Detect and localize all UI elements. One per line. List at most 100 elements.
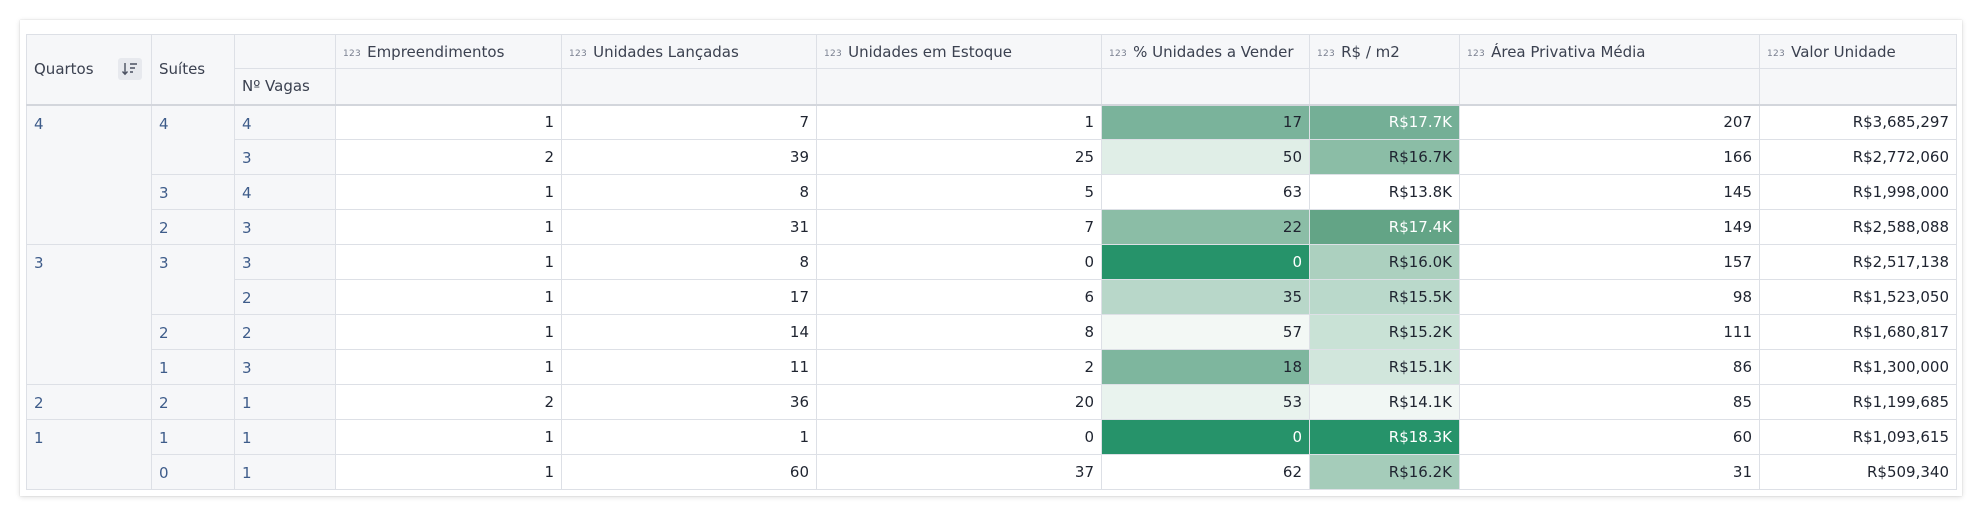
number-type-icon: 123: [1317, 48, 1336, 59]
column-header-pct-vender[interactable]: 123 % Unidades a Vender: [1101, 34, 1310, 69]
unidades-estoque-cell: 20: [816, 384, 1102, 420]
vagas-cell: 3: [234, 139, 336, 175]
unidades-estoque-cell: 37: [816, 454, 1102, 490]
area-privativa-cell: 85: [1459, 384, 1760, 420]
table-row: 3 2 39 25 50 R$16.7K 166 R$2,772,060: [27, 139, 1957, 175]
column-header-vagas-top: [234, 34, 336, 69]
number-type-icon: 123: [343, 48, 362, 59]
pct-vender-cell: 0: [1101, 244, 1310, 280]
header-spacer: [561, 68, 817, 105]
unidades-estoque-cell: 25: [816, 139, 1102, 175]
quartos-cell: 2: [26, 384, 152, 420]
number-type-icon: 123: [824, 48, 843, 59]
table-body: 4 4 4 1 7 1 17 R$17.7K 207 R$3,685,297 3…: [26, 104, 1957, 490]
number-type-icon: 123: [1767, 48, 1786, 59]
preco-m2-cell: R$13.8K: [1309, 174, 1460, 210]
empreendimentos-cell: 1: [335, 349, 562, 385]
pct-vender-cell: 18: [1101, 349, 1310, 385]
vagas-cell: 3: [234, 209, 336, 245]
empreendimentos-cell: 2: [335, 384, 562, 420]
valor-unidade-cell: R$2,588,088: [1759, 209, 1957, 245]
column-header-unidades-estoque[interactable]: 123 Unidades em Estoque: [816, 34, 1102, 69]
empreendimentos-cell: 1: [335, 279, 562, 315]
unidades-estoque-header-label: Unidades em Estoque: [848, 42, 1013, 61]
vagas-header-label: Nº Vagas: [242, 77, 310, 96]
preco-m2-cell: R$17.4K: [1309, 209, 1460, 245]
header-spacer: [1459, 68, 1760, 105]
area-privativa-cell: 157: [1459, 244, 1760, 280]
header-spacer: [1101, 68, 1310, 105]
vagas-cell: 3: [234, 349, 336, 385]
table-row: 0 1 1 60 37 62 R$16.2K 31 R$509,340: [27, 454, 1957, 490]
area-privativa-cell: 145: [1459, 174, 1760, 210]
vagas-cell: 4: [234, 174, 336, 210]
vagas-cell: 4: [234, 104, 336, 140]
empreendimentos-cell: 1: [335, 419, 562, 455]
vagas-cell: 3: [234, 244, 336, 280]
pct-vender-cell: 62: [1101, 454, 1310, 490]
valor-unidade-cell: R$509,340: [1759, 454, 1957, 490]
preco-m2-cell: R$16.7K: [1309, 139, 1460, 175]
number-type-icon: 123: [1467, 48, 1486, 59]
preco-m2-cell: R$16.2K: [1309, 454, 1460, 490]
unidades-lancadas-cell: 1: [561, 419, 817, 455]
valor-unidade-header-label: Valor Unidade: [1791, 42, 1896, 61]
preco-m2-cell: R$18.3K: [1309, 419, 1460, 455]
area-privativa-cell: 86: [1459, 349, 1760, 385]
unidades-lancadas-cell: 8: [561, 244, 817, 280]
unidades-estoque-cell: 6: [816, 279, 1102, 315]
valor-unidade-cell: R$3,685,297: [1759, 104, 1957, 140]
table-row: 1 3 1 11 2 18 R$15.1K 86 R$1,300,000: [27, 349, 1957, 385]
area-privativa-cell: 149: [1459, 209, 1760, 245]
preco-m2-cell: R$16.0K: [1309, 244, 1460, 280]
unidades-lancadas-cell: 36: [561, 384, 817, 420]
column-header-valor-unidade[interactable]: 123 Valor Unidade: [1759, 34, 1957, 69]
valor-unidade-cell: R$1,680,817: [1759, 314, 1957, 350]
preco-m2-cell: R$17.7K: [1309, 104, 1460, 140]
unidades-lancadas-cell: 14: [561, 314, 817, 350]
unidades-lancadas-cell: 7: [561, 104, 817, 140]
unidades-lancadas-cell: 8: [561, 174, 817, 210]
column-header-quartos[interactable]: Quartos: [26, 34, 152, 105]
suites-cell: 2: [151, 314, 235, 350]
empreendimentos-cell: 2: [335, 139, 562, 175]
column-header-empreendimentos[interactable]: 123 Empreendimentos: [335, 34, 562, 69]
pct-vender-cell: 63: [1101, 174, 1310, 210]
unidades-estoque-cell: 7: [816, 209, 1102, 245]
number-type-icon: 123: [569, 48, 588, 59]
unidades-lancadas-cell: 60: [561, 454, 817, 490]
area-privativa-cell: 111: [1459, 314, 1760, 350]
area-privativa-cell: 31: [1459, 454, 1760, 490]
suites-cell: 3: [151, 174, 235, 210]
table-row: 1 1 1 1 1 0 0 R$18.3K 60 R$1,093,615: [26, 419, 1957, 490]
column-header-unidades-lancadas[interactable]: 123 Unidades Lançadas: [561, 34, 817, 69]
quartos-header-label: Quartos: [34, 60, 94, 79]
column-header-vagas[interactable]: Nº Vagas: [234, 68, 336, 105]
valor-unidade-cell: R$1,998,000: [1759, 174, 1957, 210]
area-privativa-cell: 207: [1459, 104, 1760, 140]
area-privativa-header-label: Área Privativa Média: [1491, 42, 1646, 61]
vagas-cell: 2: [234, 279, 336, 315]
unidades-estoque-cell: 0: [816, 244, 1102, 280]
table-row: 2 2 1 2 36 20 53 R$14.1K 85 R$1,199,685: [26, 384, 1957, 420]
number-type-icon: 123: [1109, 48, 1128, 59]
unidades-estoque-cell: 8: [816, 314, 1102, 350]
column-header-preco-m2[interactable]: 123 R$ / m2: [1309, 34, 1460, 69]
column-header-suites[interactable]: Suítes: [151, 34, 235, 105]
suites-cell: 4: [151, 104, 235, 175]
suites-cell: 1: [151, 349, 235, 385]
header-spacer: [1759, 68, 1957, 105]
valor-unidade-cell: R$1,199,685: [1759, 384, 1957, 420]
quartos-cell: 4: [26, 104, 152, 245]
pct-vender-cell: 0: [1101, 419, 1310, 455]
sort-descending-icon[interactable]: [118, 58, 142, 81]
unidades-estoque-cell: 1: [816, 104, 1102, 140]
quartos-cell: 3: [26, 244, 152, 385]
column-header-area-privativa[interactable]: 123 Área Privativa Média: [1459, 34, 1760, 69]
unidades-lancadas-cell: 17: [561, 279, 817, 315]
unidades-estoque-cell: 0: [816, 419, 1102, 455]
pivot-table-card: Quartos Suítes 123 Empreendimentos 123 Uni…: [20, 20, 1962, 496]
pct-vender-cell: 22: [1101, 209, 1310, 245]
pct-vender-cell: 53: [1101, 384, 1310, 420]
valor-unidade-cell: R$1,300,000: [1759, 349, 1957, 385]
